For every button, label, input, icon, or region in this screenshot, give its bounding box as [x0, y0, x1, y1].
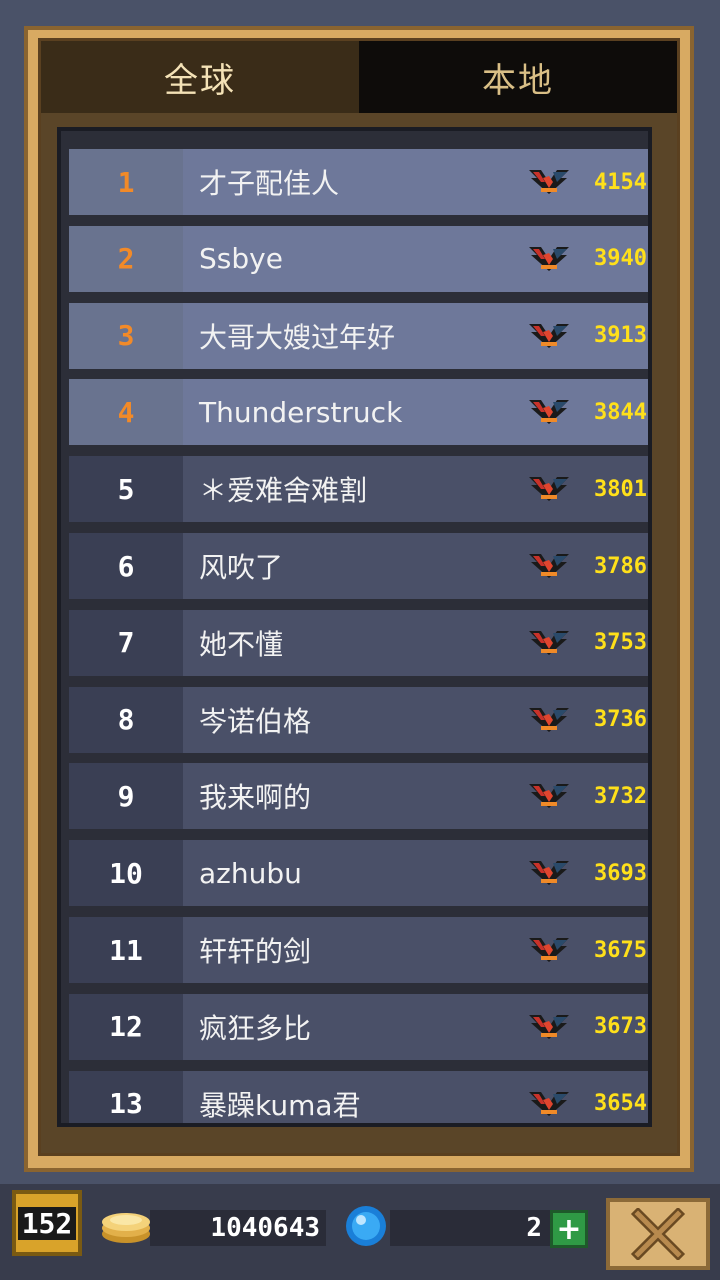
- leaderboard-row[interactable]: 9 我来啊的 3732: [69, 763, 648, 830]
- add-gems-button[interactable]: +: [550, 1210, 588, 1248]
- leaderboard-row[interactable]: 2 Ssbye 3940: [69, 225, 648, 292]
- plus-icon: +: [556, 1211, 582, 1247]
- player-name: 她不懂: [183, 609, 521, 676]
- player-name: Ssbye: [183, 225, 521, 292]
- rank-number: 7: [69, 609, 183, 676]
- leaderboard-row[interactable]: 12 疯狂多比 3673: [69, 993, 648, 1060]
- leaderboard-row[interactable]: 4 Thunderstruck 3844: [69, 379, 648, 446]
- wing-badge-icon: [521, 763, 577, 830]
- rank-number: 9: [69, 763, 183, 830]
- player-name: 暴躁kuma君: [183, 1070, 521, 1123]
- player-score: 3736: [577, 686, 648, 753]
- player-score: 3673: [577, 993, 648, 1060]
- close-button[interactable]: [606, 1198, 710, 1270]
- player-level: 152: [17, 1206, 77, 1240]
- leaderboard-panel: 全球 本地 1 才子配佳人 4154 2 Ssbye 3940 3 大哥大嫂过年好 3913 4 T…: [38, 38, 680, 1156]
- rank-number: 3: [69, 302, 183, 369]
- wing-badge-icon: [521, 302, 577, 369]
- player-name: 风吹了: [183, 533, 521, 599]
- leaderboard-row[interactable]: 13 暴躁kuma君 3654: [69, 1070, 648, 1123]
- wing-badge-icon: [521, 225, 577, 292]
- rank-number: 2: [69, 225, 183, 292]
- tab-global[interactable]: 全球: [41, 41, 359, 113]
- player-name: 疯狂多比: [183, 993, 521, 1060]
- rank-number: 8: [69, 686, 183, 753]
- wing-badge-icon: [521, 149, 577, 215]
- rank-number: 4: [69, 379, 183, 446]
- leaderboard-row[interactable]: 7 她不懂 3753: [69, 609, 648, 676]
- wing-badge-icon: [521, 993, 577, 1060]
- player-score: 3913: [577, 302, 648, 369]
- wing-badge-icon: [521, 456, 577, 523]
- player-score: 3753: [577, 609, 648, 676]
- player-name: Thunderstruck: [183, 379, 521, 446]
- wing-badge-icon: [521, 917, 577, 983]
- leaderboard-row[interactable]: 10 azhubu 3693: [69, 840, 648, 907]
- player-score: 3675: [577, 917, 648, 983]
- leaderboard-row[interactable]: 1 才子配佳人 4154: [69, 149, 648, 215]
- rank-number: 11: [69, 917, 183, 983]
- wing-badge-icon: [521, 686, 577, 753]
- gem-counter: 2: [390, 1210, 550, 1246]
- rank-number: 10: [69, 840, 183, 907]
- player-score: 3844: [577, 379, 648, 446]
- tab-bar: 全球 本地: [41, 41, 677, 113]
- player-score: 3786: [577, 533, 648, 599]
- leaderboard-row[interactable]: 8 岑诺伯格 3736: [69, 686, 648, 753]
- leaderboard-frame: 全球 本地 1 才子配佳人 4154 2 Ssbye 3940 3 大哥大嫂过年好 3913 4 T…: [24, 26, 694, 1172]
- tab-local[interactable]: 本地: [359, 41, 677, 113]
- close-x-icon: [630, 1208, 686, 1260]
- player-name: 岑诺伯格: [183, 686, 521, 753]
- player-score: 3654: [577, 1070, 648, 1123]
- player-score: 4154: [577, 149, 648, 215]
- player-name: 大哥大嫂过年好: [183, 302, 521, 369]
- wing-badge-icon: [521, 609, 577, 676]
- player-name: 我来啊的: [183, 763, 521, 830]
- wing-badge-icon: [521, 1070, 577, 1123]
- player-score: 3732: [577, 763, 648, 830]
- leaderboard-row[interactable]: 6 风吹了 3786: [69, 533, 648, 599]
- wing-badge-icon: [521, 840, 577, 907]
- rank-number: 5: [69, 456, 183, 523]
- wing-badge-icon: [521, 379, 577, 446]
- coin-counter: 1040643: [150, 1210, 326, 1246]
- player-level-badge: 152: [12, 1190, 82, 1256]
- leaderboard-row[interactable]: 3 大哥大嫂过年好 3913: [69, 302, 648, 369]
- player-name: ＊爱难舍难割: [183, 456, 521, 523]
- coin-stack-icon: [102, 1213, 150, 1243]
- rank-number: 13: [69, 1070, 183, 1123]
- coin-amount: 1040643: [210, 1213, 320, 1243]
- gem-amount: 2: [526, 1213, 542, 1243]
- player-name: 才子配佳人: [183, 149, 521, 215]
- rank-number: 6: [69, 533, 183, 599]
- blue-gem-icon: [346, 1206, 386, 1246]
- player-score: 3693: [577, 840, 648, 907]
- player-name: azhubu: [183, 840, 521, 907]
- leaderboard-list[interactable]: 1 才子配佳人 4154 2 Ssbye 3940 3 大哥大嫂过年好 3913 4 Thunder…: [57, 127, 652, 1127]
- leaderboard-row[interactable]: 5 ＊爱难舍难割 3801: [69, 456, 648, 523]
- rank-number: 12: [69, 993, 183, 1060]
- wing-badge-icon: [521, 533, 577, 599]
- player-score: 3801: [577, 456, 648, 523]
- rank-number: 1: [69, 149, 183, 215]
- leaderboard-row[interactable]: 11 轩轩的剑 3675: [69, 917, 648, 983]
- player-name: 轩轩的剑: [183, 917, 521, 983]
- player-score: 3940: [577, 225, 648, 292]
